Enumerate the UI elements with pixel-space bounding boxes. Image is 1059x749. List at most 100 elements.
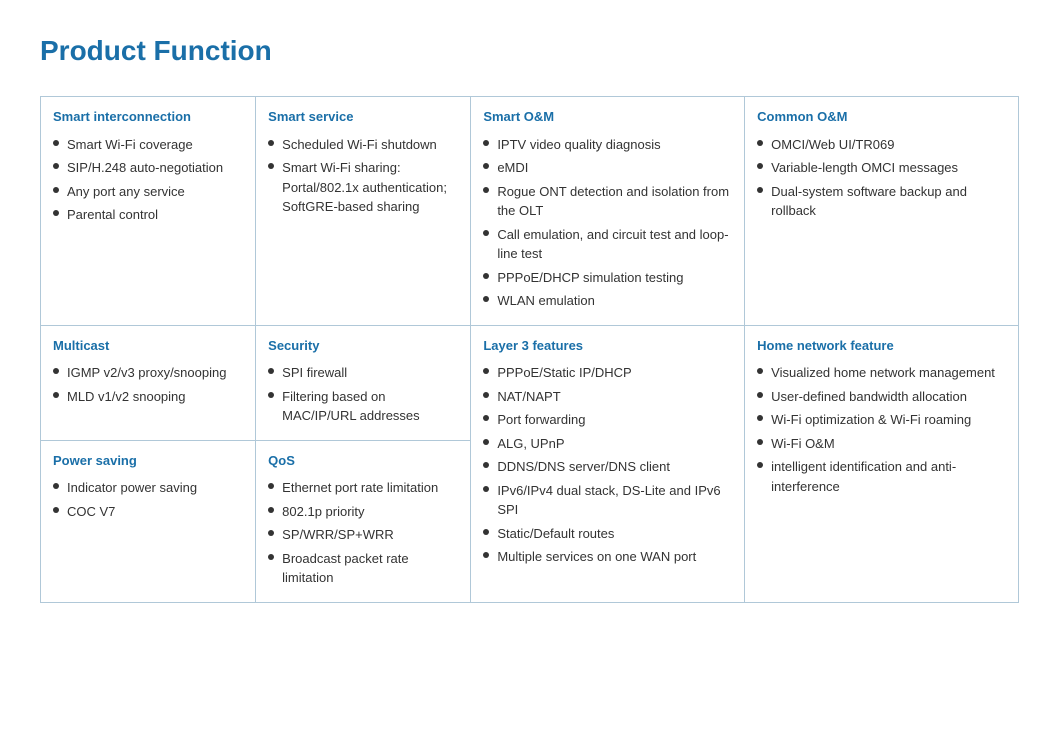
list-item: Port forwarding [483,410,732,430]
list-item: User-defined bandwidth allocation [757,387,1006,407]
cell-header-security: Security [268,336,458,356]
power-saving-list: Indicator power saving COC V7 [53,478,243,521]
list-item: intelligent identification and anti-inte… [757,457,1006,496]
list-item: SP/WRR/SP+WRR [268,525,458,545]
list-item: SIP/H.248 auto-negotiation [53,158,243,178]
list-item: DDNS/DNS server/DNS client [483,457,732,477]
layer3-list: PPPoE/Static IP/DHCP NAT/NAPT Port forwa… [483,363,732,567]
bullet-icon [757,462,763,468]
cell-smart-service: Smart service Scheduled Wi-Fi shutdown S… [256,97,471,326]
bullet-icon [483,392,489,398]
cell-header-smart-interconnection: Smart interconnection [53,107,243,127]
bullet-icon [483,415,489,421]
bullet-icon [483,552,489,558]
cell-smart-om: Smart O&M IPTV video quality diagnosis e… [471,97,745,326]
bullet-icon [483,439,489,445]
bullet-icon [483,368,489,374]
list-item: OMCI/Web UI/TR069 [757,135,1006,155]
bullet-icon [483,273,489,279]
bullet-icon [53,163,59,169]
smart-service-list: Scheduled Wi-Fi shutdown Smart Wi-Fi sha… [268,135,458,217]
list-item: COC V7 [53,502,243,522]
list-item: IGMP v2/v3 proxy/snooping [53,363,243,383]
cell-layer3: Layer 3 features PPPoE/Static IP/DHCP NA… [471,325,745,602]
bullet-icon [483,187,489,193]
page-title: Product Function [40,30,1019,72]
list-item: WLAN emulation [483,291,732,311]
list-item: Scheduled Wi-Fi shutdown [268,135,458,155]
list-item: Filtering based on MAC/IP/URL addresses [268,387,458,426]
table-row-2: Multicast IGMP v2/v3 proxy/snooping MLD … [41,325,1019,440]
bullet-icon [268,140,274,146]
list-item: IPv6/IPv4 dual stack, DS-Lite and IPv6 S… [483,481,732,520]
bullet-icon [268,554,274,560]
multicast-list: IGMP v2/v3 proxy/snooping MLD v1/v2 snoo… [53,363,243,406]
list-item: Dual-system software backup and rollback [757,182,1006,221]
list-item: 802.1p priority [268,502,458,522]
cell-header-smart-om: Smart O&M [483,107,732,127]
list-item: Static/Default routes [483,524,732,544]
bullet-icon [268,507,274,513]
list-item: Wi-Fi optimization & Wi-Fi roaming [757,410,1006,430]
bullet-icon [268,483,274,489]
smart-interconnection-list: Smart Wi-Fi coverage SIP/H.248 auto-nego… [53,135,243,225]
home-network-list: Visualized home network management User-… [757,363,1006,496]
bullet-icon [757,368,763,374]
cell-multicast: Multicast IGMP v2/v3 proxy/snooping MLD … [41,325,256,440]
bullet-icon [483,462,489,468]
bullet-icon [53,392,59,398]
list-item: Broadcast packet rate limitation [268,549,458,588]
bullet-icon [53,140,59,146]
bullet-icon [757,439,763,445]
common-om-list: OMCI/Web UI/TR069 Variable-length OMCI m… [757,135,1006,221]
list-item: NAT/NAPT [483,387,732,407]
bullet-icon [483,163,489,169]
list-item: SPI firewall [268,363,458,383]
list-item: Any port any service [53,182,243,202]
qos-list: Ethernet port rate limitation 802.1p pri… [268,478,458,588]
list-item: Ethernet port rate limitation [268,478,458,498]
security-list: SPI firewall Filtering based on MAC/IP/U… [268,363,458,426]
bullet-icon [53,210,59,216]
bullet-icon [757,187,763,193]
list-item: Rogue ONT detection and isolation from t… [483,182,732,221]
bullet-icon [483,140,489,146]
bullet-icon [268,163,274,169]
bullet-icon [268,368,274,374]
list-item: Variable-length OMCI messages [757,158,1006,178]
cell-header-qos: QoS [268,451,458,471]
cell-smart-interconnection: Smart interconnection Smart Wi-Fi covera… [41,97,256,326]
bullet-icon [757,163,763,169]
list-item: Visualized home network management [757,363,1006,383]
bullet-icon [53,187,59,193]
list-item: ALG, UPnP [483,434,732,454]
cell-common-om: Common O&M OMCI/Web UI/TR069 Variable-le… [745,97,1019,326]
cell-home-network: Home network feature Visualized home net… [745,325,1019,602]
bullet-icon [268,530,274,536]
list-item: MLD v1/v2 snooping [53,387,243,407]
smart-om-list: IPTV video quality diagnosis eMDI Rogue … [483,135,732,311]
bullet-icon [483,529,489,535]
bullet-icon [53,368,59,374]
product-table: Smart interconnection Smart Wi-Fi covera… [40,96,1019,603]
cell-power-saving: Power saving Indicator power saving COC … [41,440,256,602]
bullet-icon [53,483,59,489]
list-item: PPPoE/Static IP/DHCP [483,363,732,383]
cell-security: Security SPI firewall Filtering based on… [256,325,471,440]
bullet-icon [483,296,489,302]
list-item: Indicator power saving [53,478,243,498]
bullet-icon [483,230,489,236]
cell-header-smart-service: Smart service [268,107,458,127]
list-item: Wi-Fi O&M [757,434,1006,454]
list-item: Multiple services on one WAN port [483,547,732,567]
list-item: PPPoE/DHCP simulation testing [483,268,732,288]
bullet-icon [483,486,489,492]
list-item: Call emulation, and circuit test and loo… [483,225,732,264]
cell-header-power-saving: Power saving [53,451,243,471]
cell-header-layer3: Layer 3 features [483,336,732,356]
bullet-icon [53,507,59,513]
list-item: IPTV video quality diagnosis [483,135,732,155]
list-item: Smart Wi-Fi coverage [53,135,243,155]
bullet-icon [268,392,274,398]
list-item: eMDI [483,158,732,178]
